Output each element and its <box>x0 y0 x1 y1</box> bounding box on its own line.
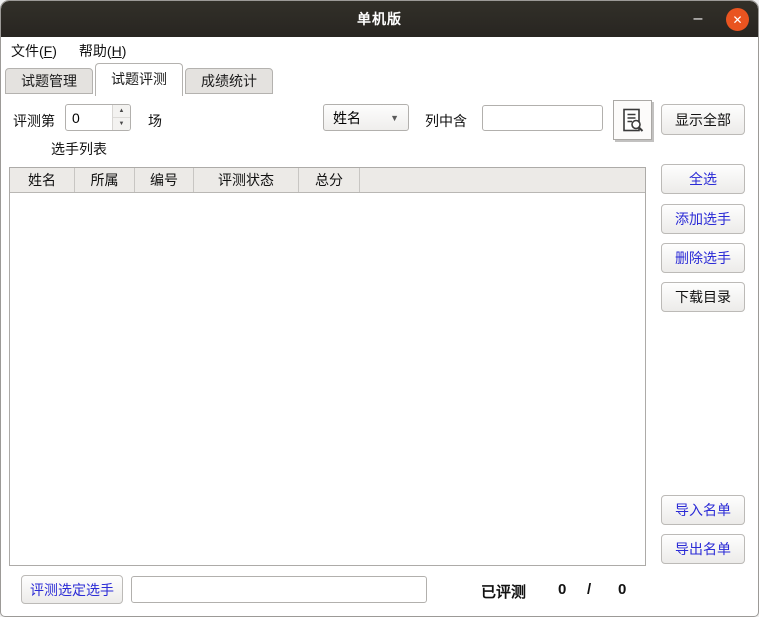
add-player-button[interactable]: 添加选手 <box>661 204 745 234</box>
search-list-button[interactable] <box>613 100 652 140</box>
tab-question-evaluation[interactable]: 试题评测 <box>95 63 183 96</box>
menu-file[interactable]: 文件(F) <box>11 41 57 61</box>
select-all-button[interactable]: 全选 <box>661 164 745 194</box>
spin-down-icon[interactable]: ▼ <box>113 118 130 130</box>
tab-question-management[interactable]: 试题管理 <box>5 68 93 94</box>
column-header-total-score[interactable]: 总分 <box>299 168 360 192</box>
app-window: 单机版 – ✕ 文件(F) 帮助(H) 试题管理 试题评测 成绩统计 评测第 ▲… <box>0 0 759 617</box>
footer-status-input[interactable] <box>131 576 427 603</box>
round-prefix-label: 评测第 <box>13 111 55 131</box>
total-count: 0 <box>618 581 626 598</box>
column-header-name[interactable]: 姓名 <box>10 168 75 192</box>
round-number-spinbox[interactable]: ▲ ▼ <box>65 104 131 131</box>
tab-score-statistics[interactable]: 成绩统计 <box>185 68 273 94</box>
column-header-number[interactable]: 编号 <box>135 168 194 192</box>
player-table-body[interactable] <box>10 193 645 565</box>
player-table-header: 姓名 所属 编号 评测状态 总分 <box>10 168 645 193</box>
minimize-button[interactable]: – <box>684 1 712 37</box>
column-select-value: 姓名 <box>333 108 361 128</box>
player-table: 姓名 所属 编号 评测状态 总分 <box>9 167 646 566</box>
export-list-button[interactable]: 导出名单 <box>661 534 745 564</box>
column-select-dropdown[interactable]: 姓名 ▼ <box>323 104 409 131</box>
remove-player-button[interactable]: 删除选手 <box>661 243 745 273</box>
menubar: 文件(F) 帮助(H) <box>1 37 758 64</box>
menu-help[interactable]: 帮助(H) <box>79 41 126 61</box>
download-directory-button[interactable]: 下载目录 <box>661 282 745 312</box>
show-all-button[interactable]: 显示全部 <box>661 104 745 135</box>
player-list-title: 选手列表 <box>51 139 107 159</box>
column-header-eval-status[interactable]: 评测状态 <box>194 168 299 192</box>
chevron-down-icon: ▼ <box>390 113 399 123</box>
filter-text-input[interactable] <box>482 105 603 131</box>
spin-up-icon[interactable]: ▲ <box>113 105 130 118</box>
column-header-affiliation[interactable]: 所属 <box>75 168 135 192</box>
evaluated-label: 已评测 <box>481 581 526 602</box>
round-suffix-label: 场 <box>148 111 162 131</box>
round-number-input[interactable] <box>66 105 112 130</box>
import-list-button[interactable]: 导入名单 <box>661 495 745 525</box>
count-divider: / <box>587 581 591 598</box>
spinner-buttons: ▲ ▼ <box>112 105 130 130</box>
window-titlebar: 单机版 – ✕ <box>1 1 758 37</box>
window-title: 单机版 <box>357 9 402 29</box>
tabbar: 试题管理 试题评测 成绩统计 <box>1 63 758 96</box>
contains-label: 列中含 <box>425 111 467 131</box>
evaluated-count: 0 <box>558 581 566 598</box>
close-button[interactable]: ✕ <box>726 8 749 31</box>
document-search-icon <box>620 107 645 134</box>
evaluate-selected-button[interactable]: 评测选定选手 <box>21 575 123 604</box>
